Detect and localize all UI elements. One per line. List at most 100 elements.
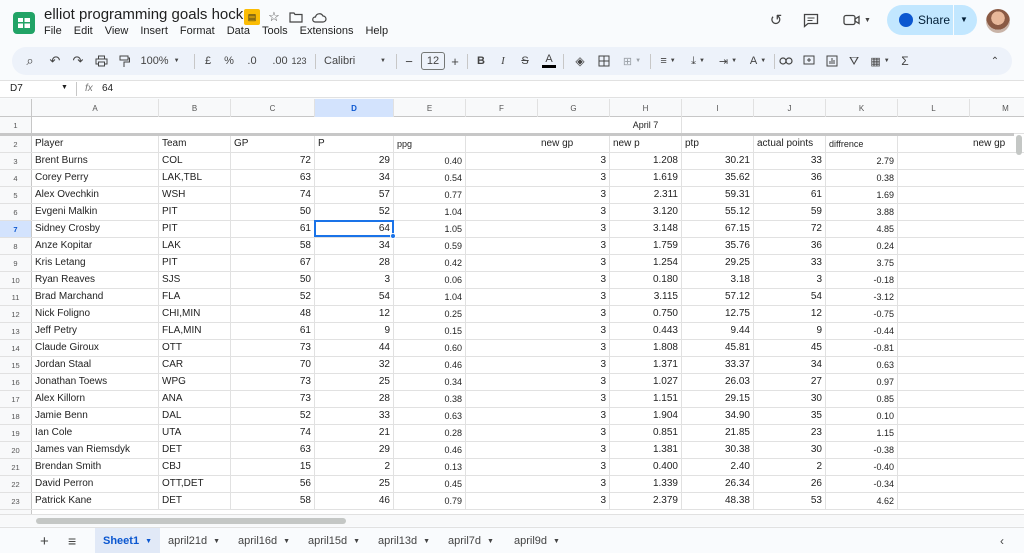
cell-j6[interactable]: 59 [754, 204, 826, 220]
cell-b15[interactable]: CAR [159, 357, 231, 373]
cell-j4[interactable]: 36 [754, 170, 826, 186]
row-number[interactable]: 12 [0, 306, 32, 322]
cell-a13[interactable]: Jeff Petry [32, 323, 159, 339]
search-icon[interactable]: ⌕ [20, 47, 40, 75]
cell-k13[interactable]: -0.44 [826, 323, 898, 339]
row-number[interactable]: 6 [0, 204, 32, 220]
cell-a5[interactable]: Alex Ovechkin [32, 187, 159, 203]
cell-b10[interactable]: SJS [159, 272, 231, 288]
cell-a14[interactable]: Claude Giroux [32, 340, 159, 356]
cell-g16[interactable]: 3 [538, 374, 610, 390]
cell-k22[interactable]: -0.34 [826, 476, 898, 492]
cell-h2[interactable]: new p [610, 136, 682, 152]
cell-i13[interactable]: 9.44 [682, 323, 754, 339]
cell-j3[interactable]: 33 [754, 153, 826, 169]
cell-i4[interactable]: 35.62 [682, 170, 754, 186]
cell-k12[interactable]: -0.75 [826, 306, 898, 322]
cell-a4[interactable]: Corey Perry [32, 170, 159, 186]
cell-c17[interactable]: 73 [231, 391, 315, 407]
cell-g15[interactable]: 3 [538, 357, 610, 373]
row-number[interactable]: 1 [0, 117, 32, 133]
row-number[interactable]: 17 [0, 391, 32, 407]
cell-g4[interactable]: 3 [538, 170, 610, 186]
cell-a11[interactable]: Brad Marchand [32, 289, 159, 305]
cell-a22[interactable]: David Perron [32, 476, 159, 492]
scroll-tabs-left-icon[interactable]: ‹ [992, 528, 1012, 553]
cell-b18[interactable]: DAL [159, 408, 231, 424]
row-number[interactable]: 7 [0, 221, 32, 237]
cell-d21[interactable]: 2 [315, 459, 394, 475]
cell-b3[interactable]: COL [159, 153, 231, 169]
menu-tools[interactable]: Tools [262, 25, 288, 37]
cell-a9[interactable]: Kris Letang [32, 255, 159, 271]
cell-a21[interactable]: Brendan Smith [32, 459, 159, 475]
cell-e3[interactable]: 0.40 [394, 153, 466, 169]
comment-icon[interactable] [803, 12, 819, 28]
cell-i12[interactable]: 12.75 [682, 306, 754, 322]
history-icon[interactable]: ↺ [768, 12, 784, 29]
column-header-b[interactable]: B [159, 99, 231, 117]
cell-g21[interactable]: 3 [538, 459, 610, 475]
cell-a12[interactable]: Nick Foligno [32, 306, 159, 322]
cell-i3[interactable]: 30.21 [682, 153, 754, 169]
cell-c23[interactable]: 58 [231, 493, 315, 509]
sheets-logo-icon[interactable] [12, 9, 36, 39]
collapse-icon[interactable]: ⌃ [987, 47, 1003, 75]
text-color-icon[interactable]: A [541, 47, 557, 75]
cell-d12[interactable]: 12 [315, 306, 394, 322]
cell-j15[interactable]: 34 [754, 357, 826, 373]
column-header-a[interactable]: A [32, 99, 159, 117]
cell-h8[interactable]: 1.759 [610, 238, 682, 254]
cell-i22[interactable]: 26.34 [682, 476, 754, 492]
tab-april16d[interactable]: april16d ▼ [230, 528, 298, 553]
cell-h9[interactable]: 1.254 [610, 255, 682, 271]
filter-views-icon[interactable]: ▦ ▼ [867, 47, 893, 75]
cell-a19[interactable]: Ian Cole [32, 425, 159, 441]
cell-i20[interactable]: 30.38 [682, 442, 754, 458]
cell-g13[interactable]: 3 [538, 323, 610, 339]
cell-c14[interactable]: 73 [231, 340, 315, 356]
cell-b19[interactable]: UTA [159, 425, 231, 441]
meet-icon[interactable]: ▼ [843, 12, 871, 28]
font-size-decrease-button[interactable]: − [402, 47, 416, 75]
cell-i7[interactable]: 67.15 [682, 221, 754, 237]
fill-handle[interactable] [390, 233, 396, 239]
cell-c18[interactable]: 52 [231, 408, 315, 424]
cell-d3[interactable]: 29 [315, 153, 394, 169]
select-all-corner[interactable] [0, 99, 32, 117]
menu-extensions[interactable]: Extensions [300, 25, 354, 37]
more-formats-button[interactable]: 123 [288, 47, 310, 75]
cell-k16[interactable]: 0.97 [826, 374, 898, 390]
cell-d19[interactable]: 21 [315, 425, 394, 441]
cell-g20[interactable]: 3 [538, 442, 610, 458]
cell-c22[interactable]: 56 [231, 476, 315, 492]
row-number[interactable]: 11 [0, 289, 32, 305]
cell-e7[interactable]: 1.05 [394, 221, 466, 237]
cell-k9[interactable]: 3.75 [826, 255, 898, 271]
cell-k7[interactable]: 4.85 [826, 221, 898, 237]
cell-b14[interactable]: OTT [159, 340, 231, 356]
cell-b5[interactable]: WSH [159, 187, 231, 203]
cell-e21[interactable]: 0.13 [394, 459, 466, 475]
paint-format-icon[interactable] [114, 47, 134, 75]
print-icon[interactable] [91, 47, 111, 75]
horizontal-scroll-thumb[interactable] [36, 518, 346, 524]
menu-edit[interactable]: Edit [74, 25, 93, 37]
link-icon[interactable] [778, 47, 794, 75]
cell-i2[interactable]: ptp [682, 136, 754, 152]
cell-j5[interactable]: 61 [754, 187, 826, 203]
cell-b21[interactable]: CBJ [159, 459, 231, 475]
share-dropdown-icon[interactable]: ▼ [960, 15, 968, 24]
cell-h7[interactable]: 3.148 [610, 221, 682, 237]
cell-b17[interactable]: ANA [159, 391, 231, 407]
cell-g5[interactable]: 3 [538, 187, 610, 203]
cell-j14[interactable]: 45 [754, 340, 826, 356]
currency-button[interactable]: £ [200, 47, 216, 75]
font-select[interactable]: Calibri ▼ [320, 47, 390, 75]
cell-j16[interactable]: 27 [754, 374, 826, 390]
cell-i23[interactable]: 48.38 [682, 493, 754, 509]
cell-d10[interactable]: 3 [315, 272, 394, 288]
cell-h14[interactable]: 1.808 [610, 340, 682, 356]
cell-c6[interactable]: 50 [231, 204, 315, 220]
horizontal-scrollbar[interactable] [0, 514, 1024, 526]
